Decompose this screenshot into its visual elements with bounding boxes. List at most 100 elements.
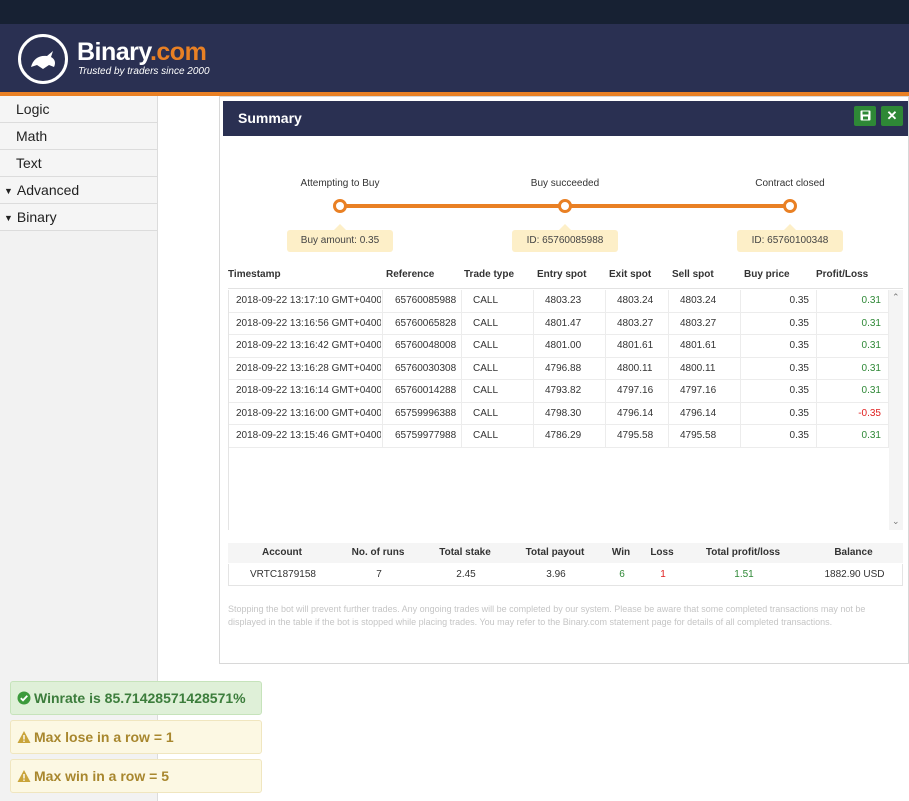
cell-exit: 4803.24 [617,295,654,306]
col-trade-type: Trade type [464,269,515,280]
cell-divider [740,335,741,357]
cell-pl: 0.31 [861,430,881,441]
stat-col-payout: Total payout [525,547,585,558]
cell-divider [816,357,817,380]
cell-exit: 4795.58 [617,430,654,441]
table-scrollbar[interactable]: ⌃ ⌄ [889,290,903,530]
bull-icon [31,51,55,69]
cell-timestamp: 2018-09-22 13:15:46 GMT+0400 [236,430,381,441]
close-button[interactable]: ✕ [881,106,903,126]
cell-divider [382,290,383,312]
trade-row[interactable]: 2018-09-22 13:16:28 GMT+0400 65760030308 C… [229,357,890,380]
stat-col-account: Account [262,547,302,558]
cell-trade-type: CALL [473,362,499,374]
col-profit-loss: Profit/Loss [816,269,869,280]
stats-table-header: Account No. of runs Total stake Total pa… [228,543,903,563]
cell-exit: 4800.11 [617,362,653,374]
app-header: Binary.com Trusted by traders since 2000 [0,24,909,92]
cell-divider [605,380,606,402]
sidebar-item-binary[interactable]: ▼ Binary [0,204,157,231]
check-circle-icon [17,691,31,705]
cell-timestamp: 2018-09-22 13:16:56 GMT+0400 [236,317,381,329]
cell-divider [382,335,383,357]
sidebar-item-logic[interactable]: Logic [0,96,157,123]
stat-stake: 2.45 [456,569,476,580]
col-timestamp: Timestamp [228,269,281,280]
cell-sell: 4796.14 [680,407,717,419]
cell-exit: 4797.16 [617,385,654,396]
sidebar-item-advanced[interactable]: ▼ Advanced [0,177,157,204]
trade-row[interactable]: 2018-09-22 13:16:14 GMT+0400 65760014288 C… [229,380,890,403]
window-top-strip [0,0,909,24]
cell-pl: 0.31 [861,385,881,396]
cell-divider [740,402,741,425]
cell-pl: 0.31 [861,362,881,374]
scroll-up-icon[interactable]: ⌃ [892,292,900,303]
cell-divider [533,312,534,335]
warning-icon [17,731,31,743]
cell-buy-price: 0.35 [789,295,809,306]
trades-table-body[interactable]: 2018-09-22 13:17:10 GMT+0400 65760085988 C… [228,290,890,530]
cell-timestamp: 2018-09-22 13:16:00 GMT+0400 [236,407,381,419]
close-icon: ✕ [886,108,898,123]
cell-reference: 65760048008 [395,340,457,351]
binary-logo[interactable] [18,34,68,84]
trade-row[interactable]: 2018-09-22 13:17:10 GMT+0400 65760085988 C… [229,290,890,313]
cell-timestamp: 2018-09-22 13:16:28 GMT+0400 [236,362,381,374]
cell-divider [740,312,741,335]
cell-sell: 4803.27 [680,317,717,329]
trade-row[interactable]: 2018-09-22 13:16:42 GMT+0400 65760048008 C… [229,335,890,358]
cell-pl: -0.35 [858,407,881,419]
cell-exit: 4796.14 [617,407,654,419]
cell-buy-price: 0.35 [789,362,809,374]
cell-sell: 4795.58 [680,430,717,441]
step-node-contract-closed [783,199,797,213]
stat-col-win: Win [611,547,631,558]
cell-trade-type: CALL [473,317,499,329]
caret-down-icon: ▼ [4,213,13,223]
cell-divider [816,380,817,402]
save-icon [860,110,870,121]
cell-buy-price: 0.35 [789,340,809,351]
cell-divider [605,312,606,335]
cell-divider [382,425,383,447]
cell-divider [816,402,817,425]
cell-reference: 65760065828 [395,317,457,329]
stat-col-runs: No. of runs [351,547,405,558]
cell-divider [533,380,534,402]
stats-table-row: VRTC1879158 7 2.45 3.96 6 1 1.51 1882.90… [228,564,903,586]
cell-divider [533,357,534,380]
col-reference: Reference [386,269,435,280]
cell-buy-price: 0.35 [789,385,809,396]
cell-reference: 65760030308 [395,362,457,374]
cell-divider [382,402,383,425]
trade-row[interactable]: 2018-09-22 13:15:46 GMT+0400 65759977988 C… [229,425,890,448]
cell-divider [740,380,741,402]
cell-divider [816,312,817,335]
sidebar-item-text[interactable]: Text [0,150,157,177]
sidebar-item-math[interactable]: Math [0,123,157,150]
stat-profit: 1.51 [734,569,754,580]
scroll-down-icon[interactable]: ⌄ [892,516,900,527]
cell-entry: 4793.82 [545,385,582,396]
stat-col-loss: Loss [650,547,674,558]
cell-divider [605,290,606,312]
cell-divider [382,312,383,335]
cell-buy-price: 0.35 [789,407,809,419]
cell-sell: 4800.11 [680,362,716,374]
cell-pl: 0.31 [861,295,881,306]
trade-row[interactable]: 2018-09-22 13:16:00 GMT+0400 65759996388 C… [229,402,890,425]
cell-sell: 4801.61 [680,340,717,351]
cell-exit: 4803.27 [617,317,654,329]
save-button[interactable] [854,106,876,126]
cell-timestamp: 2018-09-22 13:17:10 GMT+0400 [236,295,381,306]
trade-row[interactable]: 2018-09-22 13:16:56 GMT+0400 65760065828 C… [229,312,890,335]
col-exit-spot: Exit spot [609,269,652,280]
max-win-notification: Max win in a row = 5 [10,759,262,793]
step-label-attempting: Attempting to Buy [300,178,380,189]
cell-divider [605,425,606,447]
cell-reference: 65759996388 [395,407,457,419]
cell-trade-type: CALL [473,430,499,441]
summary-dialog: Summary ✕ Attempting to Buy Buy succeede… [219,96,909,664]
winrate-notification: Winrate is 85.71428571428571% [10,681,262,715]
